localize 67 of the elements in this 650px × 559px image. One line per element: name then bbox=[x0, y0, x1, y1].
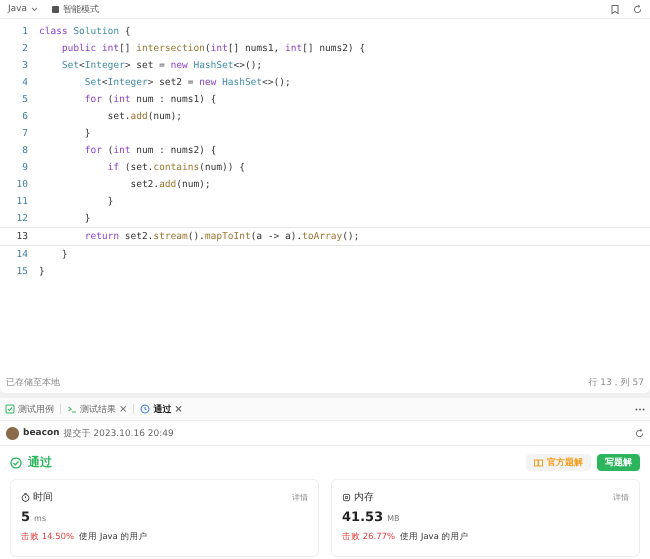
code-line: } bbox=[60, 249, 68, 260]
timer-icon bbox=[21, 492, 30, 502]
mode-label[interactable]: 智能模式 bbox=[63, 2, 100, 16]
chip-icon bbox=[342, 492, 351, 502]
line-number: 4 bbox=[21, 77, 29, 88]
line-number: 3 bbox=[21, 60, 29, 71]
code-line: } bbox=[106, 196, 114, 207]
checkbox-icon bbox=[5, 404, 15, 414]
result-status: 通过 bbox=[28, 454, 52, 471]
tab[interactable]: 通过 × bbox=[140, 402, 183, 416]
line-number: 9 bbox=[21, 162, 29, 173]
line-number: 13 bbox=[16, 231, 29, 242]
line-number: 10 bbox=[16, 179, 29, 190]
code-line: Set<Integer> set2 = new HashSet<>(); bbox=[84, 77, 291, 88]
beats-note: 使用 Java 的用户 bbox=[79, 531, 148, 543]
avatar bbox=[6, 426, 19, 440]
username[interactable]: beacon bbox=[23, 428, 60, 438]
terminal-icon bbox=[67, 404, 77, 414]
reset-icon[interactable] bbox=[633, 4, 642, 14]
check-circle-icon bbox=[10, 456, 22, 468]
beats-note: 使用 Java 的用户 bbox=[400, 531, 468, 543]
code-line: set2.add(num); bbox=[130, 179, 211, 190]
beats-percent: 击败 26.77% bbox=[342, 531, 396, 543]
tab[interactable]: 测试用例 bbox=[5, 402, 54, 416]
beats-percent: 击败 14.50% bbox=[21, 531, 74, 543]
save-status: 已存储至本地 bbox=[6, 376, 60, 389]
stat-title: 时间 bbox=[33, 490, 53, 504]
line-number: 11 bbox=[16, 196, 29, 207]
line-number: 15 bbox=[16, 266, 29, 277]
line-number: 6 bbox=[21, 111, 29, 122]
code-line: } bbox=[39, 266, 45, 277]
line-number: 7 bbox=[21, 128, 29, 139]
more-icon[interactable] bbox=[635, 408, 645, 410]
code-line: public int[] intersection(int[] nums1, int[] nums2) { bbox=[60, 43, 366, 54]
stat-value: 5 bbox=[21, 510, 30, 525]
submit-time: 提交于 2023.10.16 20:49 bbox=[64, 428, 174, 440]
code-line: } bbox=[84, 128, 90, 139]
tab[interactable]: 测试结果 × bbox=[67, 402, 128, 416]
stat-value: 41.53 bbox=[342, 510, 384, 525]
stat-unit: ms bbox=[34, 514, 46, 523]
cursor-position: 行 13，列 57 bbox=[588, 376, 644, 389]
book-icon bbox=[534, 458, 543, 466]
code-line: if (set.contains(num)) { bbox=[106, 162, 245, 173]
refresh-icon[interactable] bbox=[635, 428, 644, 438]
close-button[interactable]: × bbox=[174, 404, 183, 414]
code-line: } bbox=[84, 213, 90, 224]
line-number: 12 bbox=[16, 213, 29, 224]
code-line: Set<Integer> set = new HashSet<>(); bbox=[60, 60, 262, 71]
details-link[interactable]: 详情 bbox=[613, 492, 629, 502]
line-number: 8 bbox=[21, 145, 29, 156]
code-line: for (int num : nums2) { bbox=[84, 145, 216, 156]
code-line: return set2.stream().mapToInt(a -> a).toArray(); bbox=[84, 231, 360, 242]
line-number: 14 bbox=[16, 249, 29, 260]
stat-title: 内存 bbox=[354, 490, 374, 504]
line-number: 5 bbox=[21, 94, 29, 105]
line-number: 2 bbox=[21, 43, 29, 54]
stat-unit: MB bbox=[387, 514, 400, 523]
line-number: 1 bbox=[21, 26, 29, 37]
code-line: class Solution { bbox=[39, 26, 131, 37]
language-select[interactable]: Java bbox=[8, 4, 38, 14]
code-line: set.add(num); bbox=[106, 111, 182, 122]
details-link[interactable]: 详情 bbox=[292, 492, 308, 502]
chevron-icon bbox=[31, 6, 38, 12]
close-button[interactable]: × bbox=[119, 404, 128, 414]
code-line: for (int num : nums1) { bbox=[84, 94, 216, 105]
bookmark-icon[interactable] bbox=[611, 4, 619, 14]
clock-icon bbox=[140, 404, 150, 414]
